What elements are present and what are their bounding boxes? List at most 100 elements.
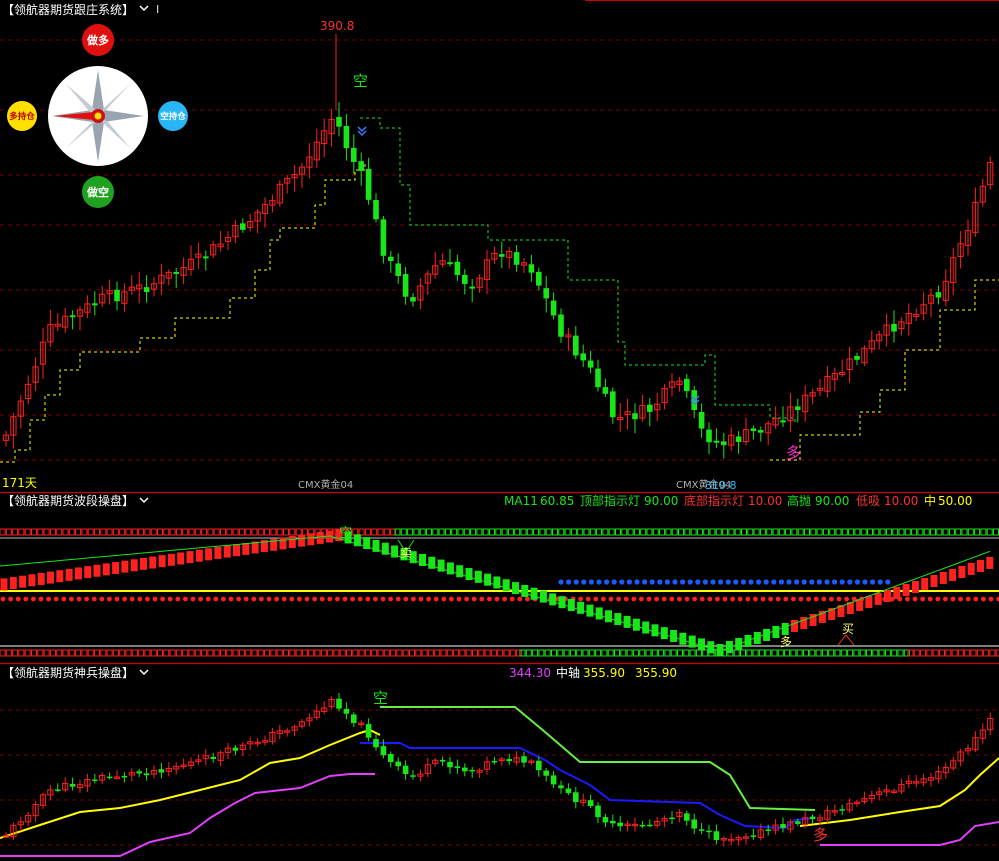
signal-dot <box>593 596 599 602</box>
signal-dot <box>380 596 386 602</box>
candle-body <box>721 441 727 446</box>
signal-dot <box>725 579 731 585</box>
signal-dot <box>38 596 44 602</box>
oscillator-bar <box>186 551 194 564</box>
signal-dot <box>449 596 454 602</box>
oscillator-bar <box>195 549 203 562</box>
signal-dot <box>152 596 158 602</box>
signal-dot <box>91 596 97 602</box>
candle-body <box>55 789 61 791</box>
oscillator-bar <box>688 635 696 648</box>
contract-left-label: CMX黄金04 <box>298 478 353 491</box>
signal-dot <box>61 596 67 602</box>
signal-dot <box>312 596 317 602</box>
signal-dot <box>844 596 849 602</box>
candle-body <box>706 429 712 443</box>
ma-label: MA11 <box>504 494 538 508</box>
candle-body <box>617 822 623 827</box>
bottom-light-label: 底部指示灯 <box>684 493 744 508</box>
candle-body <box>735 436 742 442</box>
oscillator-bar <box>614 613 622 626</box>
candle-body <box>669 817 675 820</box>
candle-body <box>491 760 498 763</box>
signal-dot <box>357 596 363 602</box>
signal-dot <box>411 596 416 602</box>
signal-dot <box>327 596 333 602</box>
signal-dot <box>654 596 659 602</box>
signal-dot <box>927 596 933 602</box>
oscillator-bar <box>642 621 650 634</box>
signal-dot <box>877 579 883 585</box>
candle-body <box>92 303 98 306</box>
signal-dot <box>642 579 648 585</box>
signal-dot <box>737 596 743 602</box>
candle-body <box>92 779 98 782</box>
oscillator-bar <box>288 536 296 549</box>
oscillator-bar <box>307 533 315 546</box>
signal-dot <box>433 596 439 602</box>
signal-dot <box>912 596 918 602</box>
candle-body <box>565 788 572 793</box>
panel3-title[interactable]: 【领航器期货神兵操盘】 <box>2 665 134 680</box>
signal-dot <box>730 596 735 602</box>
signal-dot <box>588 579 595 585</box>
candle-body <box>447 262 453 265</box>
candle-body <box>632 413 638 420</box>
signal-dot <box>167 596 173 602</box>
panel1-title[interactable]: 【领航器期货跟庄系统】 <box>2 2 134 17</box>
candle-body <box>365 168 372 200</box>
panel2-title[interactable]: 【领航器期货波段操盘】 <box>2 493 134 508</box>
signal-dot <box>585 596 591 602</box>
signal-dot <box>221 596 226 602</box>
candle-body <box>839 809 845 811</box>
candle-body <box>528 264 535 273</box>
signal-dot <box>183 596 188 602</box>
signal-dot <box>31 596 36 602</box>
oscillator-bar <box>632 618 640 631</box>
signal-dot <box>854 579 861 585</box>
oscillator-bar <box>28 574 36 587</box>
signal-dot <box>274 596 279 602</box>
signal-dot <box>847 579 853 585</box>
signal-dot <box>664 579 671 585</box>
sell-signal-label: 空 <box>353 72 368 90</box>
oscillator-bar <box>967 562 975 575</box>
candle-body <box>780 824 786 828</box>
oscillator-bar <box>74 567 82 580</box>
signal-dot <box>783 596 789 602</box>
signal-dot <box>981 596 986 602</box>
candle-body <box>780 420 786 423</box>
signal-dot <box>608 596 614 602</box>
signal-dot <box>760 596 766 602</box>
axis-value: 355.90 <box>583 666 625 680</box>
low-buy-value: 10.00 <box>884 494 918 508</box>
signal-dot <box>350 596 355 602</box>
signal-dot <box>289 596 295 602</box>
oscillator-bar <box>558 596 566 609</box>
signal-dot <box>988 596 994 602</box>
candle-body <box>558 314 564 337</box>
signal-dot <box>464 596 469 602</box>
candle-body <box>550 775 557 785</box>
oscillator-bar <box>874 592 882 605</box>
signal-dot <box>639 596 644 602</box>
candle-body <box>373 739 379 748</box>
oscillator-bar <box>521 584 529 597</box>
candle-body <box>536 760 542 771</box>
candle-body <box>410 297 416 302</box>
oscillator-bar <box>911 580 919 593</box>
oscillator-bar <box>921 577 929 590</box>
oscillator-bar <box>112 562 120 574</box>
signal-dot <box>137 596 143 602</box>
signal-dot <box>778 579 785 585</box>
signal-dot <box>281 596 287 602</box>
candle-body <box>587 800 594 807</box>
oscillator-bar <box>679 632 687 645</box>
top-light-label: 顶部指示灯 <box>580 493 640 508</box>
signal-dot <box>494 596 500 602</box>
signal-dot <box>236 596 242 602</box>
candle-body <box>573 792 579 803</box>
candle-body <box>639 824 646 827</box>
signal-dot <box>649 579 655 585</box>
signal-dot <box>775 596 781 602</box>
